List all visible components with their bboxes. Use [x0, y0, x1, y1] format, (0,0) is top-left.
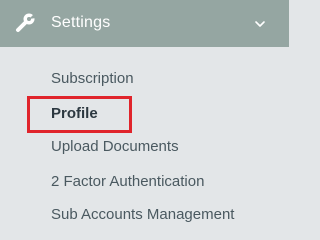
menu-item-sub-accounts-management[interactable]: Sub Accounts Management — [51, 206, 234, 224]
wrench-icon — [14, 12, 36, 34]
settings-header[interactable]: Settings — [0, 0, 289, 47]
settings-menu: Settings Subscription Profile Upload Doc… — [0, 0, 289, 240]
menu-item-2-factor-authentication[interactable]: 2 Factor Authentication — [51, 173, 204, 191]
chevron-down-icon[interactable] — [253, 17, 267, 31]
menu-item-upload-documents[interactable]: Upload Documents — [51, 138, 179, 156]
settings-submenu: Subscription Profile Upload Documents 2 … — [0, 47, 289, 240]
menu-item-profile[interactable]: Profile — [51, 105, 98, 123]
settings-title: Settings — [51, 14, 111, 31]
menu-item-subscription[interactable]: Subscription — [51, 70, 134, 88]
